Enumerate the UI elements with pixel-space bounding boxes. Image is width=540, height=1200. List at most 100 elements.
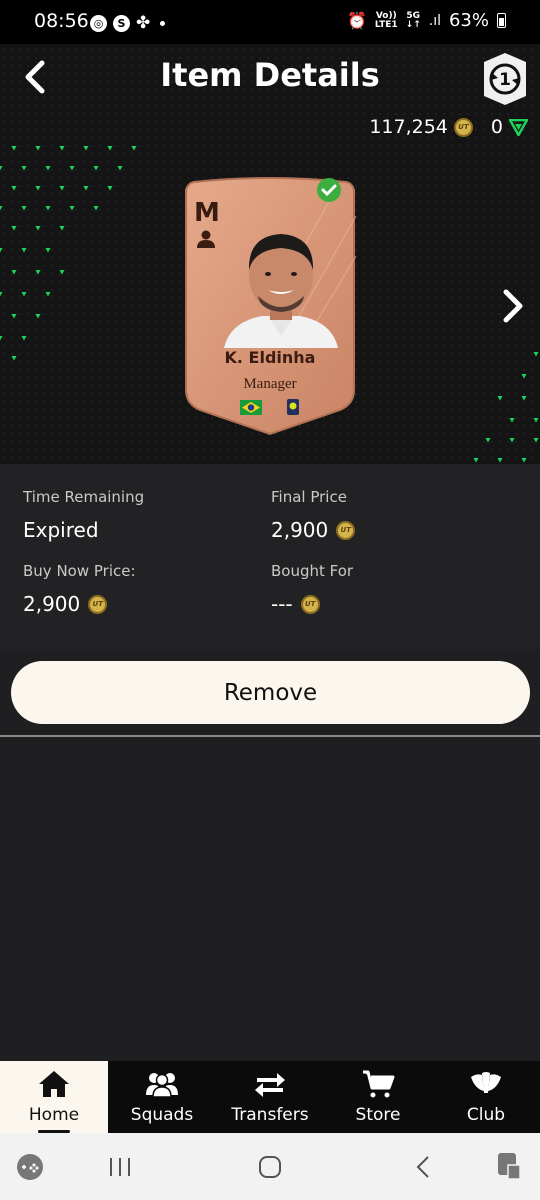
item-header: Item Details 1 117,254 UT 0 M K. Eldinha…: [0, 44, 540, 464]
green-dot: [0, 336, 3, 341]
card-rating: M: [194, 198, 220, 228]
back-system-button[interactable]: [412, 1155, 436, 1179]
green-dot: [0, 292, 3, 297]
next-item-button[interactable]: [500, 286, 526, 326]
battery-percent: 63%: [448, 10, 489, 31]
green-dot: [69, 166, 75, 171]
green-dot: [521, 396, 527, 401]
final-price-block: Final Price 2,900 UT: [271, 488, 356, 542]
app-screen: Item Details 1 117,254 UT 0 M K. Eldinha…: [0, 44, 540, 1061]
squads-icon: [146, 1073, 178, 1098]
alarm-icon: ⏰: [346, 11, 367, 30]
green-dot: [473, 458, 479, 463]
home-system-button[interactable]: [258, 1155, 282, 1179]
game-launcher-icon[interactable]: [16, 1153, 44, 1181]
system-status-icons: ⏰ Vo)) LTE1 5G ↓↑ .ıl 63%: [347, 10, 506, 31]
green-dot: [35, 314, 41, 319]
nav-home[interactable]: Home: [0, 1061, 108, 1133]
screen-capture-icon[interactable]: [496, 1151, 524, 1181]
green-dot: [35, 186, 41, 191]
green-dot: [509, 438, 515, 443]
green-dot: [21, 336, 27, 341]
time-remaining-value: Expired: [23, 518, 99, 542]
currency-row: 117,254 UT 0: [369, 116, 528, 138]
manager-icon: [197, 230, 215, 248]
green-dot: [35, 226, 41, 231]
green-dot: [107, 186, 113, 191]
green-dot: [93, 206, 99, 211]
green-dot: [107, 146, 113, 151]
volte-indicator: Vo)) LTE1: [374, 10, 398, 30]
buy-now-label: Buy Now Price:: [23, 562, 136, 580]
player-position: Manager: [243, 376, 297, 392]
system-navigation-bar: [0, 1133, 540, 1200]
buy-now-value: 2,900 UT: [23, 592, 136, 616]
notification-icons: ◎ S ✤: [90, 13, 166, 33]
green-dot: [131, 146, 137, 151]
svg-text:1: 1: [499, 70, 511, 90]
nav-store-label: Store: [355, 1105, 401, 1125]
coin-balance: 117,254: [369, 116, 448, 138]
green-dot: [497, 396, 503, 401]
green-dot: [45, 248, 51, 253]
chrome-icon: ◎: [90, 14, 107, 32]
bought-for-block: Bought For --- UT: [271, 562, 353, 616]
green-dot: [45, 292, 51, 297]
green-dot: [11, 226, 17, 231]
green-dot: [0, 166, 3, 171]
final-price-value: 2,900 UT: [271, 518, 356, 542]
green-dot: [0, 206, 3, 211]
page-title: Item Details: [160, 56, 380, 94]
green-dot: [35, 146, 41, 151]
recent-apps-button[interactable]: [108, 1155, 132, 1179]
club-icon: [471, 1072, 501, 1093]
brazil-flag-icon: [240, 400, 262, 415]
bought-for-label: Bought For: [271, 562, 354, 580]
green-dot: [11, 314, 17, 319]
item-details-panel: Time Remaining Expired Final Price 2,900…: [0, 464, 540, 650]
home-icon: [39, 1071, 69, 1097]
green-dot: [83, 146, 89, 151]
more-notifications-icon: [160, 20, 166, 26]
network-5g-indicator: 5G ↓↑: [405, 10, 421, 30]
green-dot: [509, 418, 515, 423]
nav-store[interactable]: Store: [324, 1061, 432, 1133]
store-icon: [363, 1070, 395, 1098]
green-dot: [533, 352, 539, 357]
refresh-button[interactable]: 1: [482, 52, 528, 106]
nav-squads[interactable]: Squads: [108, 1061, 216, 1133]
green-dot: [11, 356, 17, 361]
buy-now-block: Buy Now Price: 2,900 UT: [23, 562, 136, 616]
nav-club[interactable]: Club: [432, 1061, 540, 1133]
green-dot: [69, 206, 75, 211]
green-dot: [21, 206, 27, 211]
time-remaining-block: Time Remaining Expired: [23, 488, 144, 542]
coin-icon: UT: [300, 594, 320, 614]
green-dot: [117, 166, 123, 171]
pinwheel-icon: ✤: [136, 13, 151, 33]
green-dot: [59, 186, 65, 191]
bought-for-value: --- UT: [271, 592, 353, 616]
green-dot: [93, 166, 99, 171]
nav-transfers[interactable]: Transfers: [216, 1061, 324, 1133]
green-dot: [0, 248, 3, 253]
final-price-label: Final Price: [271, 488, 347, 506]
green-dot: [485, 438, 491, 443]
green-dot: [521, 458, 527, 463]
remove-button[interactable]: Remove: [11, 661, 530, 724]
green-dot: [11, 146, 17, 151]
status-bar: 08:56 ◎ S ✤ ⏰ Vo)) LTE1 5G ↓↑ .ıl 63%: [0, 0, 540, 44]
green-dot: [533, 418, 539, 423]
green-dot: [533, 438, 539, 443]
divider: [0, 735, 540, 737]
points-balance: 0: [490, 116, 503, 138]
nav-home-label: Home: [28, 1105, 80, 1125]
green-dot: [21, 166, 27, 171]
green-dot: [83, 186, 89, 191]
green-dot: [497, 458, 503, 463]
green-dot: [59, 226, 65, 231]
player-card[interactable]: M K. Eldinha Manager: [182, 176, 358, 436]
nav-transfers-label: Transfers: [231, 1105, 309, 1125]
coin-icon: UT: [453, 117, 473, 137]
manager-photo: [224, 234, 338, 348]
